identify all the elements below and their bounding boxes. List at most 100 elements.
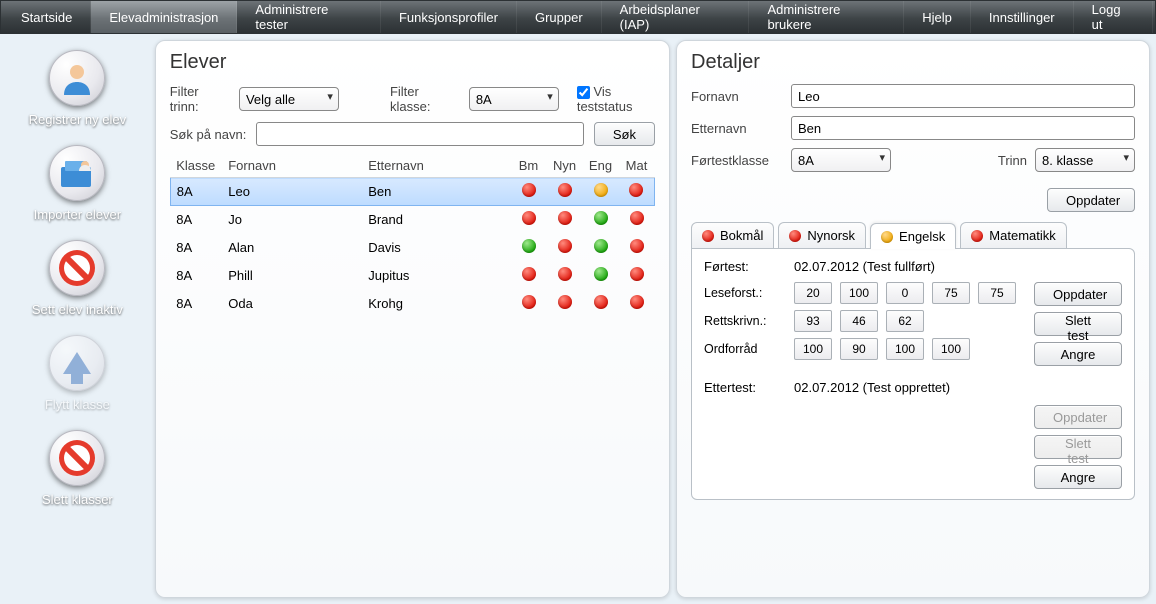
fortestklasse-select[interactable]: 8A	[791, 148, 891, 172]
search-button[interactable]: Søk	[594, 122, 655, 146]
ordforrad-score[interactable]: 100	[886, 338, 924, 360]
status-dot-icon	[971, 230, 983, 242]
ordforrad-score[interactable]: 100	[932, 338, 970, 360]
filter-klasse-select[interactable]: 8A	[469, 87, 559, 111]
cell-status	[619, 262, 655, 290]
cell-status	[511, 178, 547, 206]
cell-status	[583, 262, 619, 290]
leseforst-score[interactable]: 0	[886, 282, 924, 304]
sidebar-flytt-klasse[interactable]: Flytt klasse	[7, 331, 147, 422]
cell-status	[583, 290, 619, 318]
cell-status	[547, 290, 583, 318]
cell-fornavn: Jo	[222, 206, 362, 234]
ettertest-angre-button[interactable]: Angre	[1034, 465, 1122, 489]
ordforrad-score[interactable]: 100	[794, 338, 832, 360]
ordforrad-score[interactable]: 90	[840, 338, 878, 360]
status-dot-icon	[522, 211, 536, 225]
prohibit-icon	[59, 250, 95, 286]
nav-hjelp[interactable]: Hjelp	[904, 1, 971, 33]
status-dot-icon	[881, 231, 893, 243]
status-dot-icon	[558, 183, 572, 197]
sidebar-item-label: Slett klasser	[42, 492, 113, 507]
cell-etternavn: Ben	[362, 178, 510, 206]
nav-elevadministrasjon[interactable]: Elevadministrasjon	[91, 1, 237, 33]
status-dot-icon	[594, 211, 608, 225]
col-fornavn[interactable]: Fornavn	[222, 154, 362, 178]
etternavn-input[interactable]	[791, 116, 1135, 140]
ettertest-oppdater-button[interactable]: Oppdater	[1034, 405, 1122, 429]
sidebar-slett-klasser[interactable]: Slett klasser	[7, 426, 147, 517]
status-dot-icon	[522, 183, 536, 197]
status-dot-icon	[558, 295, 572, 309]
search-input[interactable]	[256, 122, 584, 146]
ettertest-slett-button[interactable]: Slett test	[1034, 435, 1122, 459]
col-eng[interactable]: Eng	[583, 154, 619, 178]
fortest-oppdater-button[interactable]: Oppdater	[1034, 282, 1122, 306]
cell-klasse: 8A	[170, 206, 222, 234]
details-title: Detaljer	[691, 51, 1135, 74]
fortest-slett-button[interactable]: Slett test	[1034, 312, 1122, 336]
etternavn-label: Etternavn	[691, 121, 791, 136]
tab-engelsk[interactable]: Engelsk	[870, 223, 956, 249]
tab-body: Førtest: 02.07.2012 (Test fullført) Lese…	[691, 248, 1135, 500]
user-icon	[59, 60, 95, 96]
sidebar-registrer-ny-elev[interactable]: Registrer ny elev	[7, 46, 147, 137]
sidebar-sett-elev-inaktiv[interactable]: Sett elev inaktiv	[7, 236, 147, 327]
tab-nynorsk[interactable]: Nynorsk	[778, 222, 866, 248]
vis-teststatus-checkbox-label[interactable]: Vis teststatus	[577, 84, 655, 114]
fornavn-input[interactable]	[791, 84, 1135, 108]
nav-funksjonsprofiler[interactable]: Funksjonsprofiler	[381, 1, 517, 33]
cell-status	[511, 290, 547, 318]
table-row[interactable]: 8APhillJupitus	[170, 262, 654, 290]
cell-status	[547, 262, 583, 290]
leseforst-score[interactable]: 75	[978, 282, 1016, 304]
rettskriv-score[interactable]: 62	[886, 310, 924, 332]
table-row[interactable]: 8AAlanDavis	[170, 234, 654, 262]
sidebar: Registrer ny elev Importer elever Sett e…	[6, 40, 149, 598]
col-klasse[interactable]: Klasse	[170, 154, 222, 178]
leseforst-score[interactable]: 100	[840, 282, 878, 304]
table-row[interactable]: 8AOdaKrohg	[170, 290, 654, 318]
nav-arbeidsplaner[interactable]: Arbeidsplaner (IAP)	[602, 1, 750, 33]
status-dot-icon	[629, 183, 643, 197]
cell-status	[583, 178, 619, 206]
col-bm[interactable]: Bm	[511, 154, 547, 178]
vis-teststatus-checkbox[interactable]	[577, 86, 590, 99]
filter-trinn-select[interactable]: Velg alle	[239, 87, 339, 111]
leseforst-score[interactable]: 20	[794, 282, 832, 304]
cell-status	[583, 206, 619, 234]
fortest-angre-button[interactable]: Angre	[1034, 342, 1122, 366]
status-dot-icon	[630, 267, 644, 281]
nav-logg-ut[interactable]: Logg ut	[1074, 1, 1153, 33]
arrow-up-icon	[59, 345, 95, 381]
ettertest-value: 02.07.2012 (Test opprettet)	[794, 380, 1122, 395]
nav-grupper[interactable]: Grupper	[517, 1, 602, 33]
cell-etternavn: Davis	[362, 234, 510, 262]
tab-matematikk[interactable]: Matematikk	[960, 222, 1066, 248]
filter-klasse-label: Filter klasse:	[390, 84, 451, 114]
leseforst-label: Leseforst.:	[704, 286, 794, 300]
nav-innstillinger[interactable]: Innstillinger	[971, 1, 1074, 33]
trinn-select[interactable]: 8. klasse	[1035, 148, 1135, 172]
col-nyn[interactable]: Nyn	[547, 154, 583, 178]
table-row[interactable]: 8ALeoBen	[170, 178, 654, 206]
col-mat[interactable]: Mat	[619, 154, 655, 178]
cell-etternavn: Krohg	[362, 290, 510, 318]
cell-etternavn: Brand	[362, 206, 510, 234]
table-row[interactable]: 8AJoBrand	[170, 206, 654, 234]
nav-administrere-brukere[interactable]: Administrere brukere	[749, 1, 904, 33]
status-dot-icon	[558, 211, 572, 225]
students-table: Klasse Fornavn Etternavn Bm Nyn Eng Mat …	[170, 154, 655, 317]
nav-administrere-tester[interactable]: Administrere tester	[237, 1, 381, 33]
cell-fornavn: Oda	[222, 290, 362, 318]
students-panel: Elever Filter trinn: Velg alle Filter kl…	[155, 40, 670, 598]
cell-fornavn: Phill	[222, 262, 362, 290]
rettskriv-score[interactable]: 93	[794, 310, 832, 332]
details-oppdater-button[interactable]: Oppdater	[1047, 188, 1135, 212]
tab-bokmal[interactable]: Bokmål	[691, 222, 774, 248]
rettskriv-score[interactable]: 46	[840, 310, 878, 332]
nav-startside[interactable]: Startside	[3, 1, 91, 33]
sidebar-importer-elever[interactable]: Importer elever	[7, 141, 147, 232]
col-etternavn[interactable]: Etternavn	[362, 154, 510, 178]
leseforst-score[interactable]: 75	[932, 282, 970, 304]
